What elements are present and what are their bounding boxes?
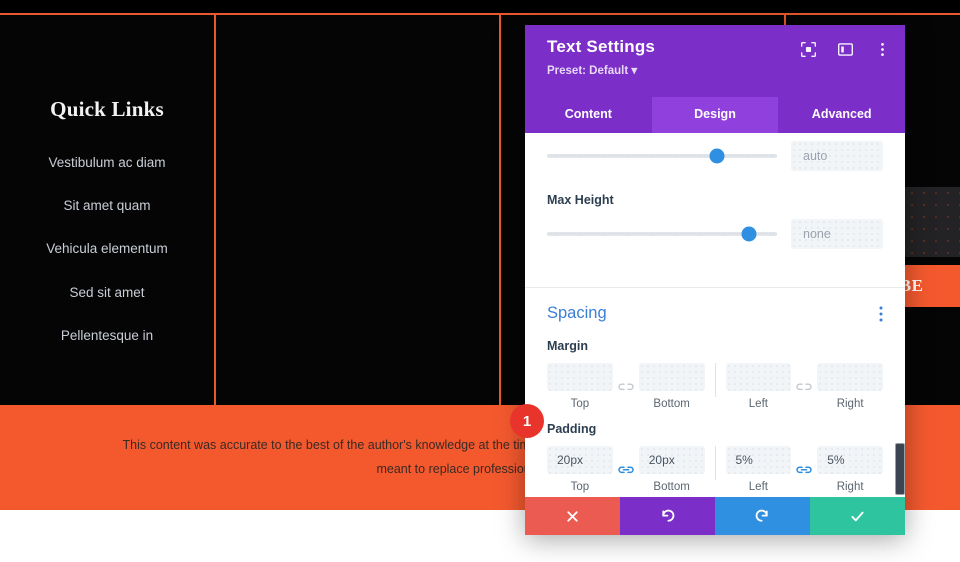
padding-top-caption: Top (570, 481, 590, 493)
more-vertical-icon[interactable] (874, 41, 891, 58)
footer-column-spacer (216, 15, 499, 405)
margin-right-caption: Right (836, 398, 864, 410)
screen: Quick Links Vestibulum ac diam Sit amet … (0, 0, 960, 562)
padding-right-caption: Right (836, 481, 864, 493)
footer-link[interactable]: Sit amet quam (0, 198, 214, 214)
sizing-section: auto Max Height none (525, 133, 905, 249)
margin-top-input[interactable] (547, 363, 613, 391)
link-chain-icon[interactable] (618, 380, 634, 394)
footer-link[interactable]: Sed sit amet (0, 285, 214, 301)
text-settings-modal: Text Settings Preset: Default ▾ Content … (525, 25, 905, 535)
undo-icon (662, 509, 675, 522)
margin-bottom-caption: Bottom (653, 398, 690, 410)
undo-button[interactable] (620, 497, 715, 535)
padding-inputs: 20px Top 20px Bottom 5% Left 5% Right (547, 446, 883, 493)
tab-advanced[interactable]: Advanced (778, 97, 905, 133)
layout-panel-icon[interactable] (837, 41, 854, 58)
save-button[interactable] (810, 497, 905, 535)
margin-right-input[interactable] (817, 363, 883, 391)
margin-left-input[interactable] (725, 363, 792, 391)
height-slider-row[interactable]: auto (547, 141, 883, 171)
margin-label: Margin (547, 339, 588, 353)
link-chain-icon[interactable] (617, 463, 634, 477)
link-chain-icon[interactable] (796, 380, 812, 394)
modal-body[interactable]: auto Max Height none Spacing Margin Top … (525, 133, 905, 497)
spacing-title-text: Spacing (547, 304, 607, 322)
height-slider-track[interactable] (547, 148, 777, 164)
modal-footer (525, 497, 905, 535)
padding-bottom-input[interactable]: 20px (638, 446, 705, 474)
footer-link[interactable]: Pellentesque in (0, 328, 214, 344)
modal-header: Text Settings Preset: Default ▾ (525, 25, 905, 97)
margin-bottom-input[interactable] (638, 363, 705, 391)
margin-inputs: Top Bottom Left Right (547, 363, 883, 410)
height-slider-knob[interactable] (709, 148, 725, 164)
chevron-down-icon: ▾ (631, 65, 638, 77)
cancel-button[interactable] (525, 497, 620, 535)
top-strip (0, 0, 960, 13)
margin-top-caption: Top (570, 398, 590, 410)
padding-right-input[interactable]: 5% (817, 446, 883, 474)
footer-column-heading: Quick Links (50, 97, 164, 121)
check-icon (851, 511, 864, 521)
modal-tabs: Content Design Advanced (525, 97, 905, 133)
modal-header-actions (800, 41, 891, 58)
footer-column-quick-links: Quick Links Vestibulum ac diam Sit amet … (0, 15, 214, 405)
link-chain-icon[interactable] (796, 463, 813, 477)
spacing-section: Spacing Margin Top Bottom Left Right Pad… (525, 288, 905, 493)
max-height-slider-track[interactable] (547, 226, 777, 242)
focus-target-icon[interactable] (800, 41, 817, 58)
redo-button[interactable] (715, 497, 810, 535)
preset-selector[interactable]: Preset: Default ▾ (547, 63, 889, 77)
spacing-separator (714, 446, 716, 480)
modal-scrollbar-thumb[interactable] (895, 443, 905, 495)
spacing-separator (714, 363, 716, 397)
height-value-input[interactable]: auto (791, 141, 883, 171)
annotation-badge-1: 1 (510, 404, 544, 438)
tab-content[interactable]: Content (525, 97, 652, 133)
margin-left-caption: Left (748, 398, 768, 410)
padding-left-input[interactable]: 5% (725, 446, 792, 474)
footer-link[interactable]: Vestibulum ac diam (0, 155, 214, 171)
padding-label: Padding (547, 422, 597, 436)
spacing-more-icon[interactable] (879, 306, 883, 322)
redo-icon (755, 509, 768, 522)
footer-link[interactable]: Vehicula elementum (0, 241, 214, 257)
padding-bottom-caption: Bottom (653, 481, 690, 493)
max-height-slider-row[interactable]: none (547, 219, 883, 249)
spacing-section-title[interactable]: Spacing (547, 304, 883, 323)
padding-top-input[interactable]: 20px (547, 446, 613, 474)
tab-design[interactable]: Design (651, 97, 779, 133)
max-height-value-input[interactable]: none (791, 219, 883, 249)
max-height-slider-knob[interactable] (741, 226, 757, 242)
max-height-label: Max Height (547, 193, 614, 207)
preset-label: Preset: Default (547, 65, 629, 77)
close-icon (567, 510, 578, 522)
padding-left-caption: Left (748, 481, 768, 493)
